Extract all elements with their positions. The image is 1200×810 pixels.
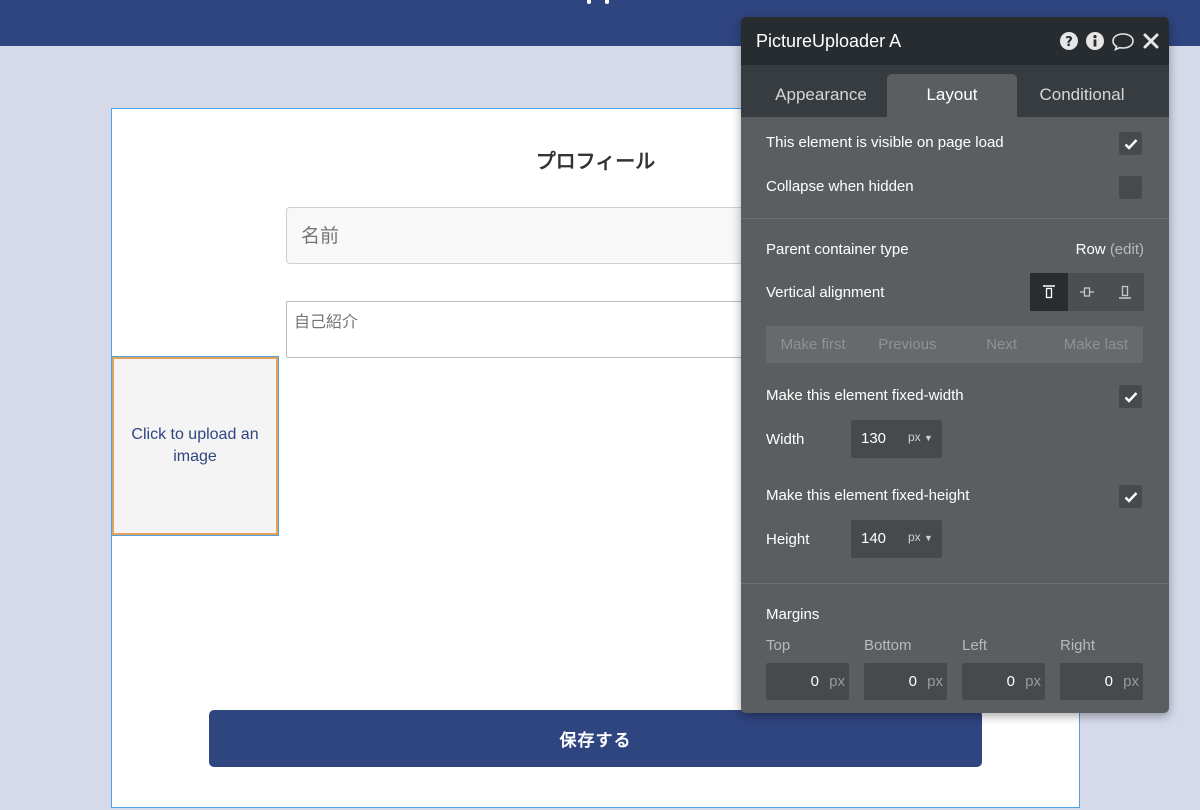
margin-left-label: Left: [962, 637, 988, 654]
checkmark-icon: [1124, 391, 1137, 403]
caret-down-icon: ▼: [924, 433, 933, 443]
height-input[interactable]: 140 px ▼: [851, 520, 942, 558]
fixed-height-checkbox[interactable]: [1119, 485, 1142, 508]
width-value: 130: [861, 430, 887, 447]
visible-on-load-label: This element is visible on page load: [766, 134, 1004, 151]
info-icon[interactable]: [1085, 31, 1105, 51]
margin-right-value: 0: [1104, 673, 1113, 690]
panel-title: PictureUploader A: [756, 31, 902, 51]
picture-uploader[interactable]: Click to upload an image: [111, 356, 279, 536]
margin-top-value: 0: [810, 673, 819, 690]
panel-header[interactable]: PictureUploader A ?: [741, 17, 1169, 65]
margin-top-input[interactable]: 0 px: [766, 663, 849, 700]
fixed-width-label: Make this element fixed-width: [766, 387, 964, 404]
width-input[interactable]: 130 px ▼: [851, 420, 942, 458]
checkmark-icon: [1124, 491, 1137, 503]
margin-right-label: Right: [1060, 637, 1096, 654]
property-editor-panel: PictureUploader A ? Appearance Layout Co…: [741, 17, 1169, 713]
align-center-icon: [1080, 287, 1094, 297]
uploader-label: Click to upload an image: [131, 426, 259, 465]
width-label: Width: [766, 431, 805, 448]
margin-left-unit: px: [1025, 673, 1041, 690]
width-unit-dropdown[interactable]: px ▼: [908, 430, 933, 444]
height-unit-dropdown[interactable]: px ▼: [908, 530, 933, 544]
section-divider: [741, 583, 1169, 584]
fixed-height-label: Make this element fixed-height: [766, 487, 970, 504]
height-value: 140: [861, 530, 887, 547]
margin-top-label: Top: [766, 637, 791, 654]
margin-bottom-label: Bottom: [864, 637, 912, 654]
caret-down-icon: ▼: [924, 533, 933, 543]
comment-icon[interactable]: [1111, 31, 1135, 51]
height-label: Height: [766, 531, 810, 548]
margin-bottom-value: 0: [908, 673, 917, 690]
vertical-alignment-group: [1030, 273, 1144, 311]
align-top-button[interactable]: [1030, 273, 1068, 311]
margin-left-value: 0: [1006, 673, 1015, 690]
margin-right-input[interactable]: 0 px: [1060, 663, 1143, 700]
parent-container-type: Row: [1075, 241, 1106, 258]
align-center-button[interactable]: [1068, 273, 1106, 311]
save-button[interactable]: 保存する: [209, 710, 982, 767]
tab-layout[interactable]: Layout: [887, 74, 1017, 117]
svg-text:?: ?: [1065, 35, 1073, 50]
collapse-when-hidden-checkbox[interactable]: [1119, 176, 1142, 199]
parent-container-label: Parent container type: [766, 241, 909, 258]
close-icon[interactable]: [1141, 31, 1161, 51]
collapse-when-hidden-label: Collapse when hidden: [766, 178, 914, 195]
margin-bottom-unit: px: [927, 673, 943, 690]
visible-on-load-checkbox[interactable]: [1119, 132, 1142, 155]
make-first-button[interactable]: Make first: [766, 326, 860, 363]
element-order-bar: Make first Previous Next Make last: [766, 326, 1143, 363]
margins-title: Margins: [766, 606, 820, 623]
previous-button[interactable]: Previous: [860, 326, 954, 363]
margin-top-unit: px: [829, 673, 845, 690]
next-button[interactable]: Next: [955, 326, 1049, 363]
margin-left-input[interactable]: 0 px: [962, 663, 1045, 700]
parent-container-value: Row (edit): [1076, 241, 1144, 258]
panel-header-icons: ?: [1059, 31, 1161, 51]
tab-appearance[interactable]: Appearance: [756, 74, 886, 117]
section-divider: [741, 218, 1169, 219]
align-top-icon: [1043, 285, 1055, 299]
panel-tab-bar: Appearance Layout Conditional: [741, 65, 1169, 117]
align-bottom-button[interactable]: [1106, 273, 1144, 311]
make-last-button[interactable]: Make last: [1049, 326, 1143, 363]
margin-right-unit: px: [1123, 673, 1139, 690]
vertical-alignment-label: Vertical alignment: [766, 284, 885, 301]
align-bottom-icon: [1119, 285, 1131, 299]
checkmark-icon: [1124, 138, 1137, 150]
header-logo-fragment: [583, 0, 613, 6]
margin-bottom-input[interactable]: 0 px: [864, 663, 947, 700]
parent-container-edit-link[interactable]: (edit): [1110, 241, 1144, 258]
tab-conditional[interactable]: Conditional: [1017, 74, 1147, 117]
help-icon[interactable]: ?: [1059, 31, 1079, 51]
fixed-width-checkbox[interactable]: [1119, 385, 1142, 408]
